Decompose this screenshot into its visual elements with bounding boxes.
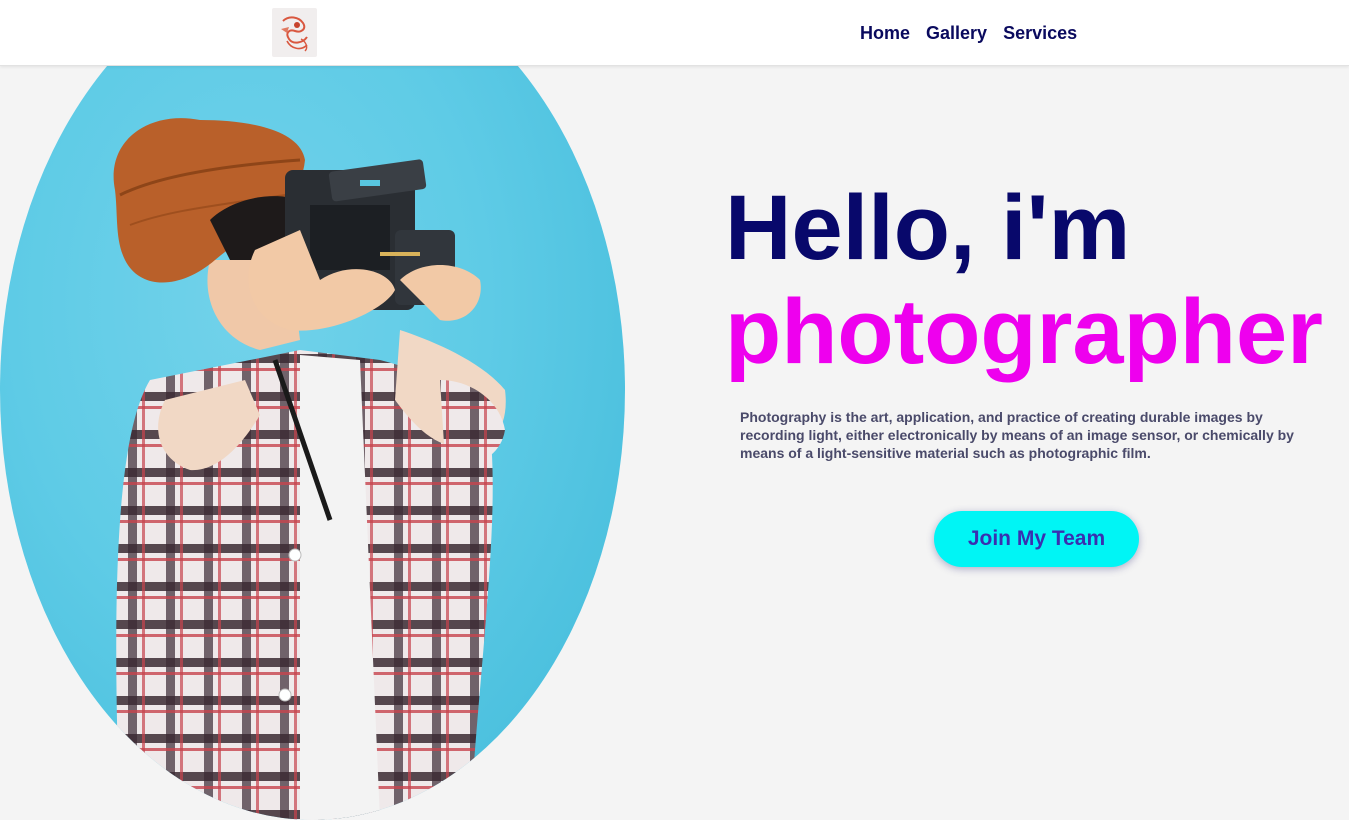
camera-logo-icon[interactable] xyxy=(272,8,317,57)
nav-services-link[interactable]: Services xyxy=(1003,22,1077,44)
nav-home-link[interactable]: Home xyxy=(860,22,910,44)
photographer-photo xyxy=(0,0,625,820)
site-header: Home Gallery Services xyxy=(0,0,1349,66)
hero-title-line2: photographer xyxy=(725,281,1323,383)
hero-title-line1: Hello, i'm xyxy=(725,177,1131,279)
hero-description: Photography is the art, application, and… xyxy=(740,409,1294,461)
nav-gallery-link[interactable]: Gallery xyxy=(926,22,987,44)
join-my-team-button[interactable]: Join My Team xyxy=(934,511,1139,567)
main-nav: Home Gallery Services xyxy=(860,22,1077,44)
